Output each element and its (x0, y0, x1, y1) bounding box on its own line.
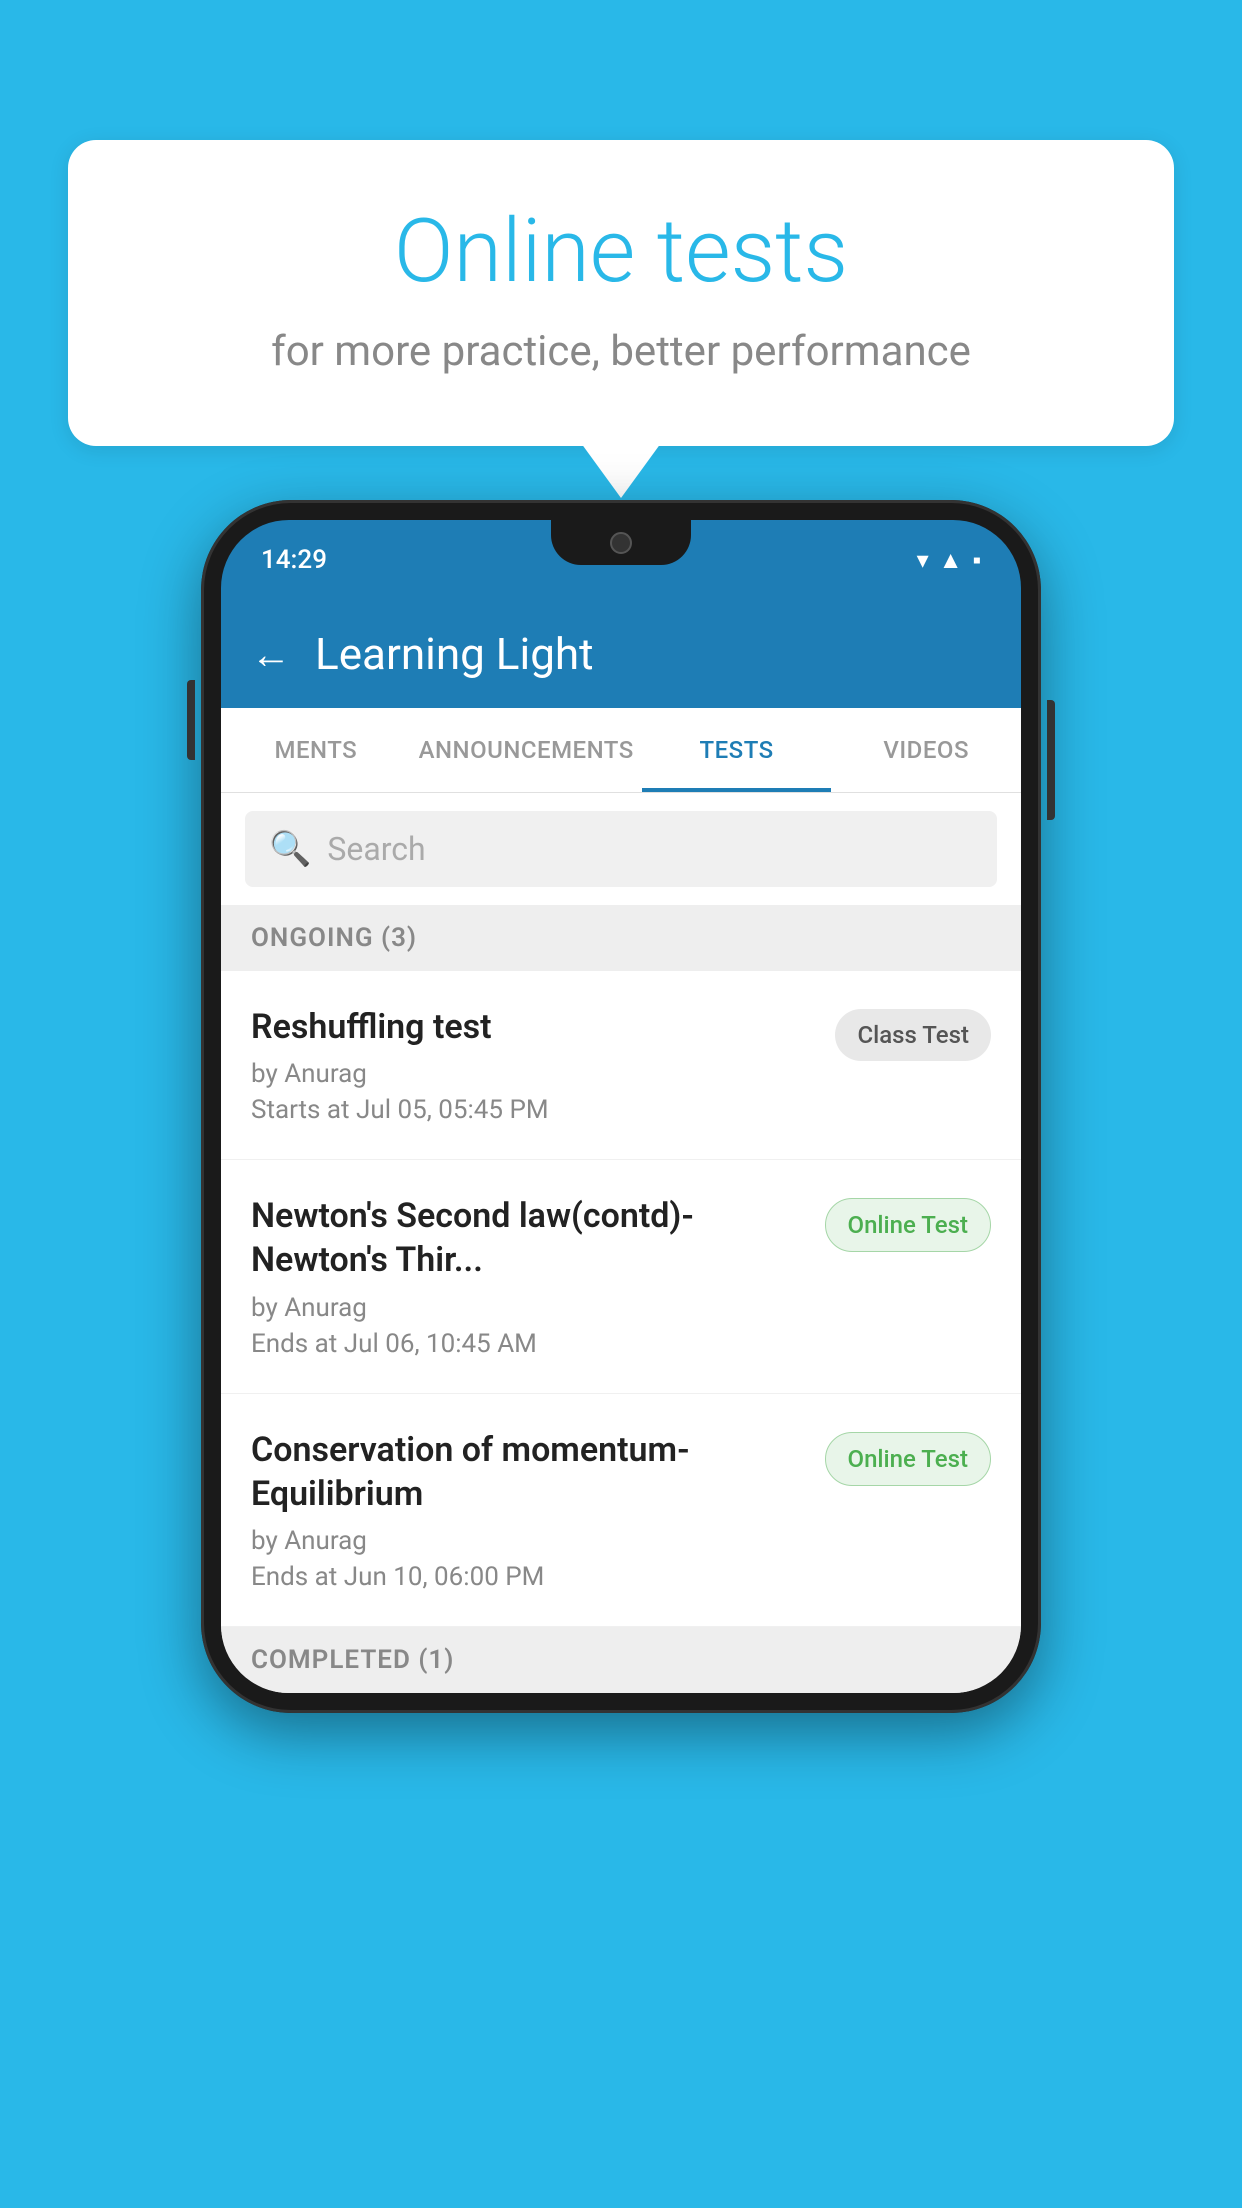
completed-section-header: COMPLETED (1) (221, 1627, 1021, 1693)
status-bar: 14:29 ▾ ▲ ▪ (221, 520, 1021, 600)
tab-announcements[interactable]: ANNOUNCEMENTS (411, 708, 642, 792)
phone-container: 14:29 ▾ ▲ ▪ ← Learning Light MENTS (201, 500, 1041, 1713)
test-badge: Class Test (835, 1009, 991, 1061)
test-item[interactable]: Conservation of momentum-Equilibrium by … (221, 1394, 1021, 1627)
search-input[interactable]: Search (327, 830, 425, 868)
search-bar[interactable]: 🔍 Search (245, 811, 997, 887)
tab-videos[interactable]: VIDEOS (831, 708, 1021, 792)
test-info: Conservation of momentum-Equilibrium by … (251, 1428, 805, 1592)
test-time: Ends at Jul 06, 10:45 AM (251, 1329, 805, 1359)
volume-button (187, 680, 195, 760)
tab-tests[interactable]: TESTS (642, 708, 832, 792)
test-badge: Online Test (825, 1432, 991, 1486)
camera (610, 532, 632, 554)
bubble-title: Online tests (148, 200, 1094, 303)
phone-screen: ← Learning Light MENTS ANNOUNCEMENTS TES… (221, 600, 1021, 1693)
app-title: Learning Light (315, 628, 594, 680)
test-time: Starts at Jul 05, 05:45 PM (251, 1095, 815, 1125)
phone-frame: 14:29 ▾ ▲ ▪ ← Learning Light MENTS (201, 500, 1041, 1713)
test-name: Reshuffling test (251, 1005, 815, 1049)
speech-bubble-container: Online tests for more practice, better p… (68, 140, 1174, 446)
test-time: Ends at Jun 10, 06:00 PM (251, 1562, 805, 1592)
battery-icon: ▪ (972, 546, 981, 575)
status-time: 14:29 (261, 545, 327, 575)
tabs-container: MENTS ANNOUNCEMENTS TESTS VIDEOS (221, 708, 1021, 793)
power-button (1047, 700, 1055, 820)
completed-label: COMPLETED (1) (251, 1645, 454, 1675)
ongoing-section-header: ONGOING (3) (221, 905, 1021, 971)
test-badge: Online Test (825, 1198, 991, 1252)
back-button[interactable]: ← (251, 631, 291, 678)
app-header: ← Learning Light (221, 600, 1021, 708)
test-list: Reshuffling test by Anurag Starts at Jul… (221, 971, 1021, 1627)
test-name: Newton's Second law(contd)-Newton's Thir… (251, 1194, 805, 1282)
bubble-subtitle: for more practice, better performance (148, 327, 1094, 376)
test-info: Newton's Second law(contd)-Newton's Thir… (251, 1194, 805, 1358)
search-container: 🔍 Search (221, 793, 1021, 905)
tab-ments[interactable]: MENTS (221, 708, 411, 792)
notch (551, 520, 691, 565)
speech-bubble: Online tests for more practice, better p… (68, 140, 1174, 446)
status-icons: ▾ ▲ ▪ (917, 546, 981, 575)
test-author: by Anurag (251, 1059, 815, 1089)
wifi-icon: ▾ (917, 546, 929, 574)
test-item[interactable]: Newton's Second law(contd)-Newton's Thir… (221, 1160, 1021, 1393)
search-icon: 🔍 (269, 829, 311, 869)
test-item[interactable]: Reshuffling test by Anurag Starts at Jul… (221, 971, 1021, 1160)
test-author: by Anurag (251, 1293, 805, 1323)
signal-icon: ▲ (939, 546, 963, 575)
test-author: by Anurag (251, 1526, 805, 1556)
test-info: Reshuffling test by Anurag Starts at Jul… (251, 1005, 815, 1125)
test-name: Conservation of momentum-Equilibrium (251, 1428, 805, 1516)
ongoing-label: ONGOING (3) (251, 923, 417, 953)
